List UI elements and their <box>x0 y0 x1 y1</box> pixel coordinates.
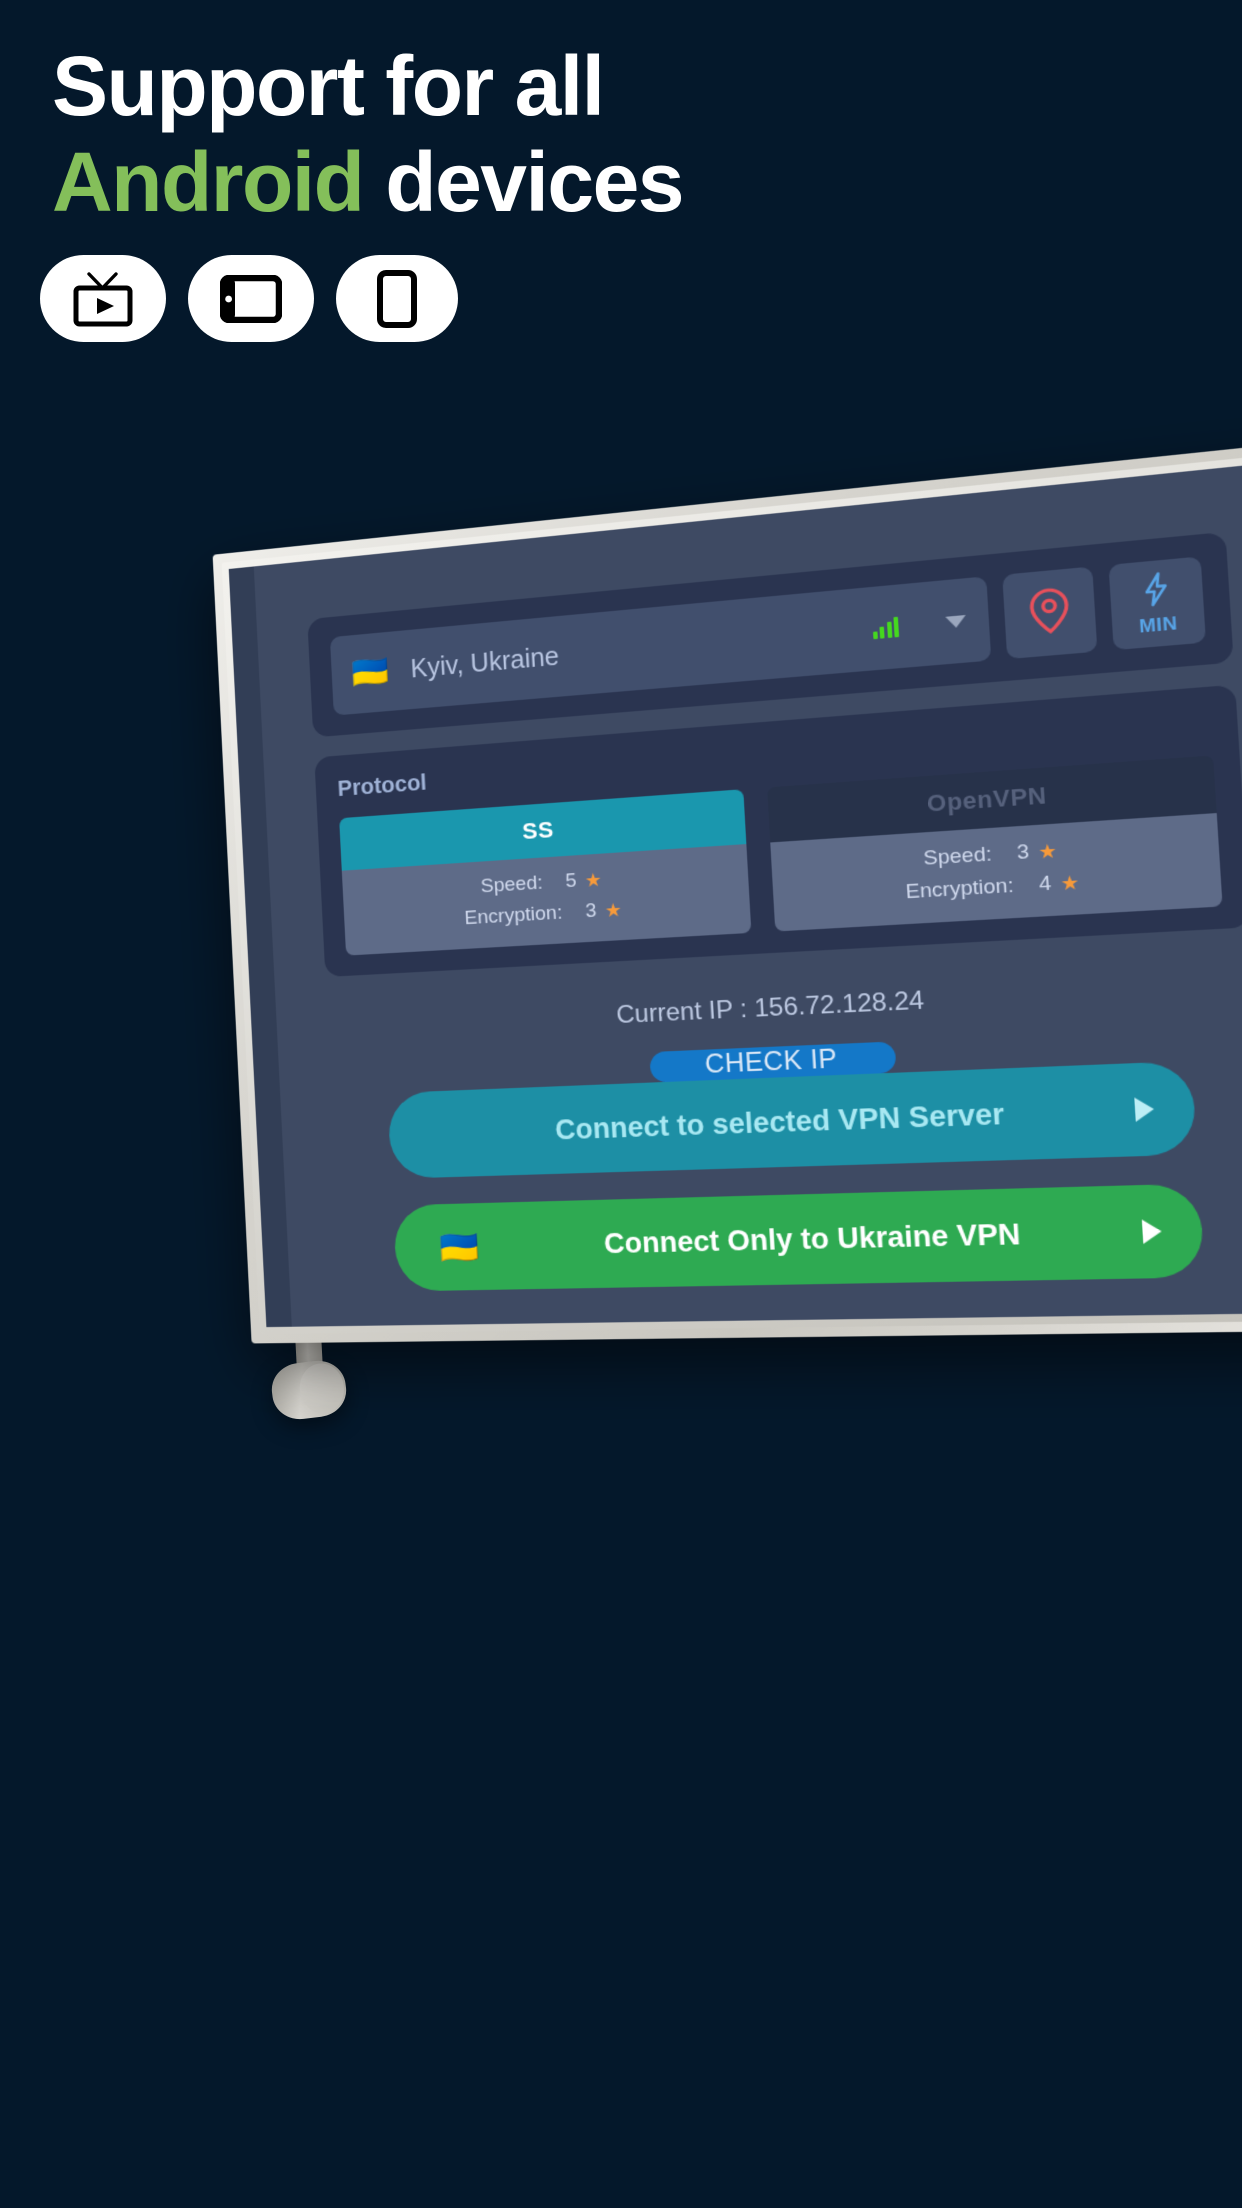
boost-min-button[interactable]: MIN <box>1108 556 1206 651</box>
device-pill-tablet <box>188 255 314 342</box>
stat-label: Encryption: <box>905 874 1015 904</box>
location-row: 🇺🇦 Kyiv, Ukraine MIN <box>329 556 1206 716</box>
play-arrow-icon <box>1134 1096 1155 1122</box>
tv-body: 🇺🇦 Kyiv, Ukraine MIN Protocol SS Speed: … <box>212 441 1242 1344</box>
vpn-app: 🇺🇦 Kyiv, Ukraine MIN Protocol SS Speed: … <box>254 461 1242 1326</box>
play-arrow-icon <box>1141 1219 1163 1244</box>
stat-value: 5 <box>564 869 578 893</box>
connect-selected-server-button[interactable]: Connect to selected VPN Server <box>387 1060 1198 1179</box>
star-icon: ★ <box>604 899 623 922</box>
current-ip-label: Current IP : 156.72.128.24 <box>615 986 925 1030</box>
connect-ukraine-label: Connect Only to Ukraine VPN <box>603 1217 1022 1259</box>
connect-ukraine-button[interactable]: 🇺🇦 Connect Only to Ukraine VPN <box>392 1183 1206 1292</box>
star-icon: ★ <box>1037 840 1058 864</box>
device-pill-tv <box>40 255 166 342</box>
map-pin-button[interactable] <box>1002 566 1098 660</box>
phone-icon <box>377 269 417 328</box>
stat-value: 4 <box>1038 872 1052 896</box>
page-title: Support for all Android devices <box>52 38 1152 230</box>
server-location-select[interactable]: 🇺🇦 Kyiv, Ukraine <box>329 576 992 716</box>
protocol-card: Protocol SS Speed: 5 ★ Encryption: 3 ★ O… <box>314 684 1242 978</box>
stat-label: Encryption: <box>464 901 563 930</box>
tv-screen: 🇺🇦 Kyiv, Ukraine MIN Protocol SS Speed: … <box>228 461 1242 1328</box>
chevron-down-icon[interactable] <box>945 614 967 629</box>
connect-buttons: Connect to selected VPN Server 🇺🇦 Connec… <box>331 1058 1242 1311</box>
device-pill-phone <box>336 255 458 342</box>
connect-selected-server-label: Connect to selected VPN Server <box>554 1097 1006 1146</box>
star-icon: ★ <box>584 869 603 892</box>
marketing-screenshot: Support for all Android devices 🇺🇦 Kyiv,… <box>0 0 1242 2208</box>
tv-icon <box>72 270 134 328</box>
ukraine-flag-icon: 🇺🇦 <box>350 654 390 691</box>
map-pin-icon <box>1027 584 1072 641</box>
stat-label: Speed: <box>480 872 544 898</box>
tv-stand-foot <box>268 1357 350 1423</box>
protocol-option-openvpn[interactable]: OpenVPN Speed: 3 ★ Encryption: 4 ★ <box>767 755 1223 932</box>
boost-min-label: MIN <box>1138 612 1179 637</box>
star-icon: ★ <box>1059 871 1080 895</box>
selected-location-label: Kyiv, Ukraine <box>409 641 560 684</box>
headline-accent-word: Android <box>52 135 365 229</box>
ukraine-flag-icon: 🇺🇦 <box>438 1228 480 1266</box>
headline-line-1: Support for all <box>52 39 605 133</box>
stat-label: Speed: <box>922 843 993 871</box>
signal-strength-icon <box>872 616 900 640</box>
stat-value: 3 <box>1016 840 1030 865</box>
device-icon-row <box>40 255 458 342</box>
protocol-option-ss[interactable]: SS Speed: 5 ★ Encryption: 3 ★ <box>339 789 752 956</box>
lightning-bolt-icon <box>1141 570 1172 613</box>
stat-value: 3 <box>584 899 597 923</box>
tablet-icon <box>220 274 282 323</box>
headline-line-2-rest: devices <box>363 135 684 229</box>
tv-bezel: 🇺🇦 Kyiv, Ukraine MIN Protocol SS Speed: … <box>212 441 1242 1344</box>
